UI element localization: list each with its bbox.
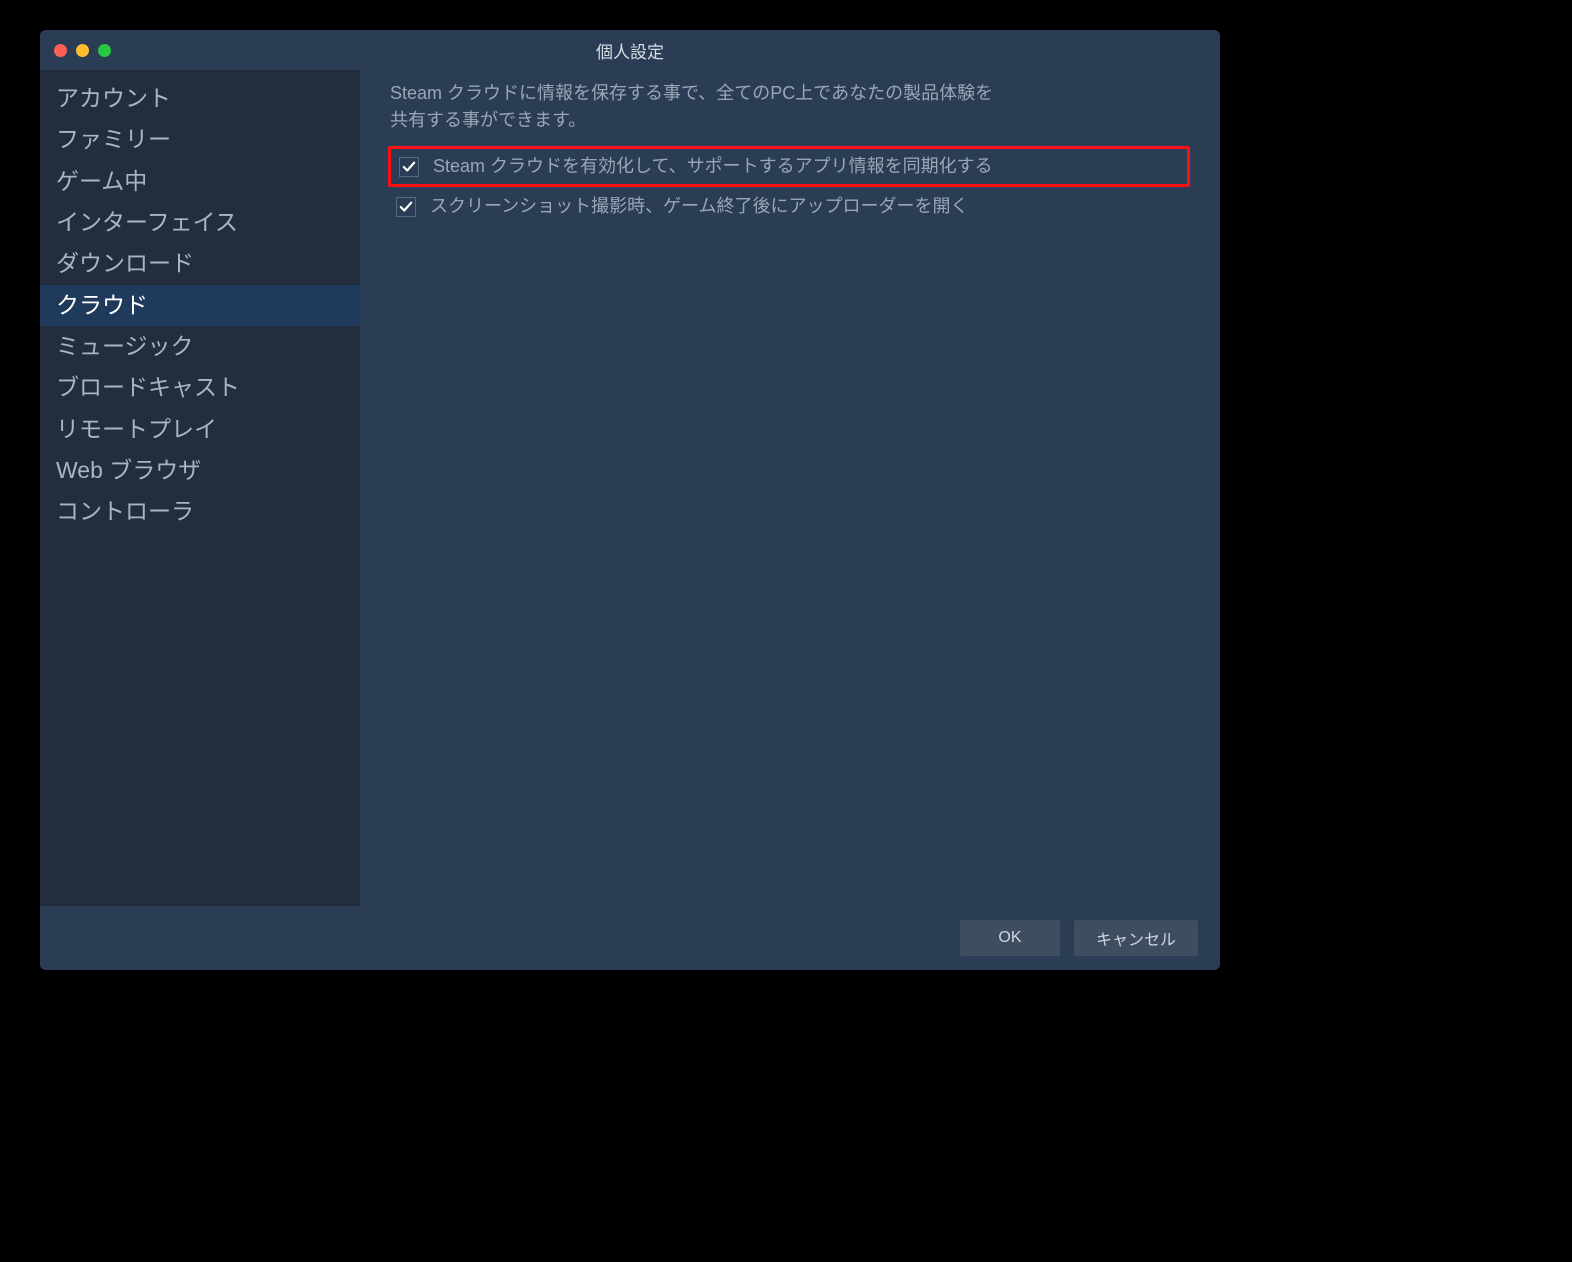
titlebar: 個人設定: [40, 30, 1220, 70]
sidebar-item-interface[interactable]: インターフェイス: [40, 202, 360, 243]
footer: OK キャンセル: [40, 906, 1220, 970]
option-enable-cloud-label: Steam クラウドを有効化して、サポートするアプリ情報を同期化する: [433, 155, 993, 178]
sidebar-item-remote-play[interactable]: リモートプレイ: [40, 409, 360, 450]
cloud-description: Steam クラウドに情報を保存する事で、全てのPC上であなたの製品体験を共有す…: [390, 80, 1010, 134]
sidebar-item-cloud[interactable]: クラウド: [40, 285, 360, 326]
traffic-lights: [40, 44, 111, 57]
option-enable-cloud[interactable]: Steam クラウドを有効化して、サポートするアプリ情報を同期化する: [388, 146, 1190, 187]
content-panel: Steam クラウドに情報を保存する事で、全てのPC上であなたの製品体験を共有す…: [360, 70, 1220, 906]
sidebar-item-downloads[interactable]: ダウンロード: [40, 243, 360, 284]
window-title: 個人設定: [40, 38, 1220, 63]
sidebar-item-music[interactable]: ミュージック: [40, 326, 360, 367]
cancel-button[interactable]: キャンセル: [1074, 920, 1198, 956]
minimize-icon[interactable]: [76, 44, 89, 57]
check-icon: [399, 200, 413, 214]
settings-window: 個人設定 アカウント ファミリー ゲーム中 インターフェイス ダウンロード クラ…: [40, 30, 1220, 970]
close-icon[interactable]: [54, 44, 67, 57]
fullscreen-icon[interactable]: [98, 44, 111, 57]
checkbox-enable-cloud[interactable]: [399, 157, 419, 177]
window-body: アカウント ファミリー ゲーム中 インターフェイス ダウンロード クラウド ミュ…: [40, 70, 1220, 906]
sidebar-item-account[interactable]: アカウント: [40, 78, 360, 119]
sidebar: アカウント ファミリー ゲーム中 インターフェイス ダウンロード クラウド ミュ…: [40, 70, 360, 906]
sidebar-item-broadcast[interactable]: ブロードキャスト: [40, 367, 360, 408]
sidebar-item-in-game[interactable]: ゲーム中: [40, 161, 360, 202]
sidebar-item-family[interactable]: ファミリー: [40, 119, 360, 160]
sidebar-item-controller[interactable]: コントローラ: [40, 491, 360, 532]
ok-button[interactable]: OK: [960, 920, 1060, 956]
checkbox-screenshot-uploader[interactable]: [396, 197, 416, 217]
option-screenshot-uploader-label: スクリーンショット撮影時、ゲーム終了後にアップローダーを開く: [430, 195, 969, 218]
option-screenshot-uploader[interactable]: スクリーンショット撮影時、ゲーム終了後にアップローダーを開く: [388, 189, 1190, 224]
check-icon: [402, 160, 416, 174]
sidebar-item-web-browser[interactable]: Web ブラウザ: [40, 450, 360, 491]
